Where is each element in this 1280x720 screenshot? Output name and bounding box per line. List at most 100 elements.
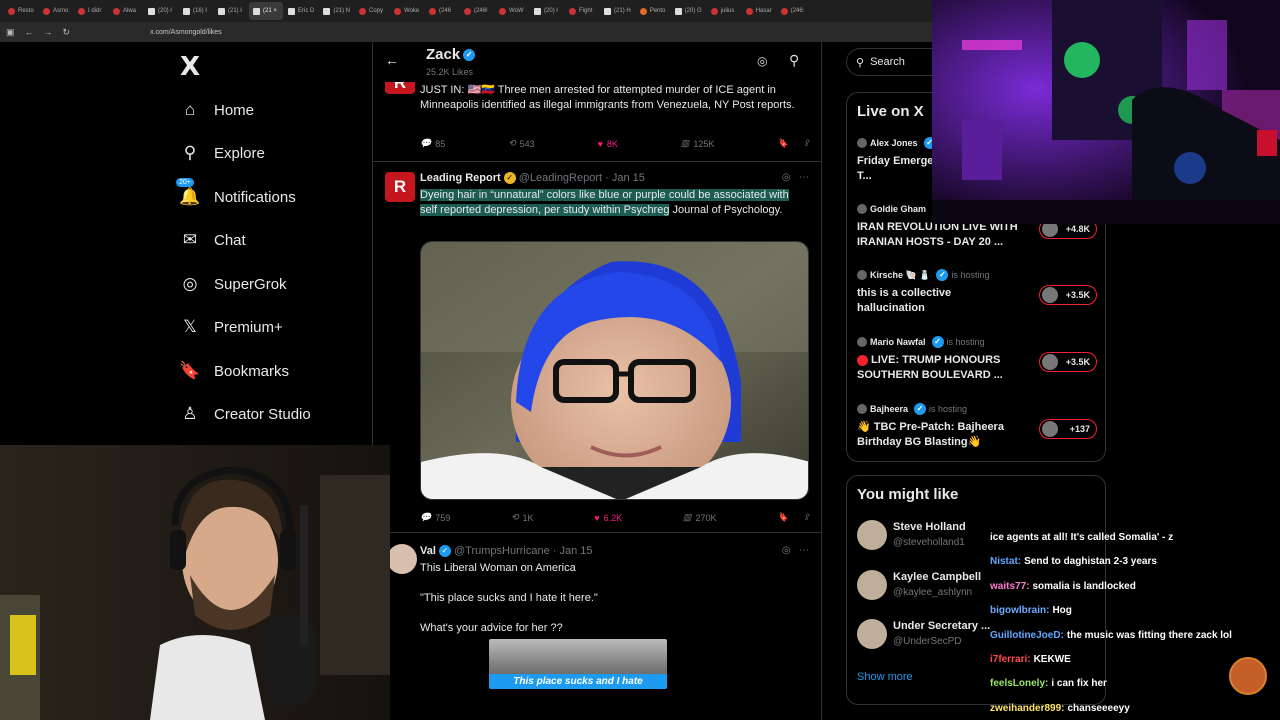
reply-button[interactable]: 💬 759 — [420, 512, 450, 523]
browser-tab[interactable]: Fight — [565, 2, 599, 20]
share-icon[interactable]: ⇪ — [802, 138, 810, 149]
tweet[interactable]: R JUST IN: 🇺🇸🇻🇪 Three men arrested for a… — [373, 72, 821, 162]
browser-tab[interactable]: Eric D — [284, 2, 318, 20]
heart-icon: ♥ — [597, 138, 603, 149]
live-title-text: IRAN REVOLUTION LIVE WITH IRANIAN HOSTS … — [857, 221, 1018, 248]
suggested-account[interactable]: Under Secretary ... @UnderSecPD — [857, 619, 990, 651]
views-button[interactable]: ▥ 270K — [683, 512, 717, 523]
show-more-link[interactable]: Show more — [857, 671, 913, 683]
timestamp[interactable]: · Jan 15 — [553, 545, 593, 557]
favicon-icon — [464, 7, 472, 15]
browser-tab[interactable]: Copy — [355, 2, 389, 20]
handle[interactable]: @TrumpsHurricane — [454, 545, 550, 557]
browser-tab[interactable]: Woke — [390, 2, 424, 20]
browser-tab[interactable]: (20) ł — [144, 2, 178, 20]
browser-tab[interactable]: I didr — [74, 2, 108, 20]
account-name[interactable]: Kaylee Campbell — [893, 571, 981, 583]
account-name[interactable]: Steve Holland — [893, 521, 966, 533]
browser-tab[interactable]: julius — [707, 2, 741, 20]
nav-item-explore[interactable]: ⚲ Explore — [180, 141, 265, 165]
browser-tab[interactable]: (246! — [460, 2, 494, 20]
avatar[interactable] — [387, 544, 417, 574]
suggested-account[interactable]: Kaylee Campbell @kaylee_ashlynn — [857, 570, 987, 602]
grok-icon[interactable]: ◎ — [782, 172, 791, 183]
live-title-text: LIVE: TRUMP HONOURS SOUTHERN BOULEVARD .… — [857, 354, 1003, 381]
display-name[interactable]: Leading Report — [420, 172, 501, 184]
tweet[interactable]: Val ✓ @TrumpsHurricane · Jan 15 ◎ ⋯ This … — [373, 534, 821, 720]
share-icon[interactable]: ⇪ — [802, 512, 810, 523]
repost-button[interactable]: ⟲ 543 — [508, 138, 535, 149]
reply-button[interactable]: 💬 85 — [420, 138, 445, 149]
browser-tab[interactable]: (21) H — [600, 2, 635, 20]
browser-tab[interactable]: (246: — [777, 2, 811, 20]
back-arrow-icon[interactable]: ← — [385, 52, 399, 68]
browser-tab[interactable]: Resto — [4, 2, 38, 20]
more-icon[interactable]: ⋯ — [799, 545, 809, 556]
reload-icon[interactable]: ↻ — [63, 27, 71, 38]
browser-tab[interactable]: (21 × — [249, 2, 283, 20]
like-button[interactable]: ♥ 6.2K — [594, 513, 622, 523]
nav-item-bookmarks[interactable]: 🔖 Bookmarks — [179, 359, 289, 383]
browser-tab[interactable]: Pento — [636, 2, 670, 20]
nav-item-supergrok[interactable]: ◎ SuperGrok — [180, 272, 287, 296]
chat-text: ice agents at all! It's called Somalia' … — [990, 532, 1174, 543]
browser-tab[interactable]: (16) ł — [179, 2, 213, 20]
repost-button[interactable]: ⟲ 1K — [511, 512, 534, 523]
handle[interactable]: @LeadingReport — [519, 172, 602, 184]
live-broadcast-item[interactable]: Kirsche 🐚 🧂 ✓ is hosting this is a collecti… — [857, 269, 1097, 316]
browser-tab[interactable]: (20) ł — [530, 2, 564, 20]
nav-item-notifications[interactable]: 🔔 20+ Notifications — [176, 178, 296, 209]
nav-item-creator-studio[interactable]: ♙ Creator Studio — [180, 402, 310, 426]
more-icon[interactable]: ⋯ — [799, 172, 809, 183]
bookmark-icon[interactable]: 🔖 — [777, 512, 788, 523]
favicon-icon — [569, 7, 577, 15]
listener-count-pill[interactable]: +3.5K — [1039, 352, 1097, 372]
browser-tab[interactable]: (246 — [425, 2, 459, 20]
avatar[interactable] — [857, 570, 887, 600]
suggested-account[interactable]: Steve Holland @steveholland1 — [857, 520, 987, 552]
like-button[interactable]: ♥ 8K — [598, 139, 618, 149]
forward-arrow-icon[interactable]: → — [44, 27, 53, 37]
browser-tab[interactable]: Asmo — [39, 2, 73, 20]
account-handle: @steveholland1 — [893, 537, 965, 548]
host-name: Alex Jones — [870, 138, 918, 148]
tweet-photo[interactable] — [420, 241, 809, 500]
grok-icon[interactable]: ◎ — [782, 545, 791, 556]
account-name[interactable]: Under Secretary ... — [893, 620, 990, 632]
url-text[interactable]: x.com/Asmongold/likes — [150, 29, 222, 36]
reply-icon: 💬 — [420, 512, 432, 522]
views-button[interactable]: ▥ 125K — [681, 138, 715, 149]
listener-count: +3.5K — [1065, 357, 1090, 367]
tweet[interactable]: R Leading Report ✓ @LeadingReport · Jan 1… — [373, 163, 821, 533]
avatar[interactable]: R — [385, 172, 415, 202]
live-broadcast-item[interactable]: Bajheera ✓ is hosting 👋 TBC Pre-Patch: Bajh… — [857, 403, 1097, 450]
host-avatar — [857, 204, 867, 214]
x-logo-icon[interactable]: X — [180, 52, 200, 82]
timestamp[interactable]: · Jan 15 — [605, 172, 645, 184]
browser-tab[interactable]: (20) G — [671, 2, 706, 20]
display-name[interactable]: Val — [420, 545, 436, 557]
browser-tab[interactable]: (21) N — [319, 2, 354, 20]
listener-count-pill[interactable]: +3.5K — [1039, 285, 1097, 305]
browser-tab[interactable]: Hasar — [742, 2, 776, 20]
listener-count-pill[interactable]: +137 — [1039, 419, 1097, 439]
back-arrow-icon[interactable]: ← — [25, 27, 34, 37]
browser-tab[interactable]: (21) ł — [214, 2, 248, 20]
live-broadcast-item[interactable]: Mario Nawfal ✓ is hosting LIVE: TRUMP HONOU… — [857, 336, 1097, 383]
sidebar-toggle-icon[interactable]: ▣ — [6, 27, 15, 38]
nav-item-premium[interactable]: 𝕏 Premium+ — [180, 315, 283, 339]
chat-text: Send to daghistan 2-3 years — [1024, 556, 1157, 568]
views-icon: ▥ — [680, 138, 690, 148]
bookmark-icon[interactable]: 🔖 — [777, 138, 788, 149]
tweet-video-thumbnail[interactable]: This place sucks and I hate — [489, 639, 667, 689]
nav-item-chat[interactable]: ✉ Chat — [180, 228, 246, 252]
avatar[interactable] — [857, 619, 887, 649]
browser-tab[interactable]: WoW — [495, 2, 529, 20]
search-icon[interactable]: ⚲ — [789, 52, 799, 69]
tab-label: WoW — [509, 8, 524, 14]
browser-tab[interactable]: Alwa — [109, 2, 143, 20]
nav-item-home[interactable]: ⌂ Home — [180, 98, 254, 122]
avatar[interactable] — [857, 520, 887, 550]
refresh-icon[interactable]: ◎ — [757, 54, 767, 68]
search-input[interactable]: ⚲ Search — [846, 48, 946, 76]
